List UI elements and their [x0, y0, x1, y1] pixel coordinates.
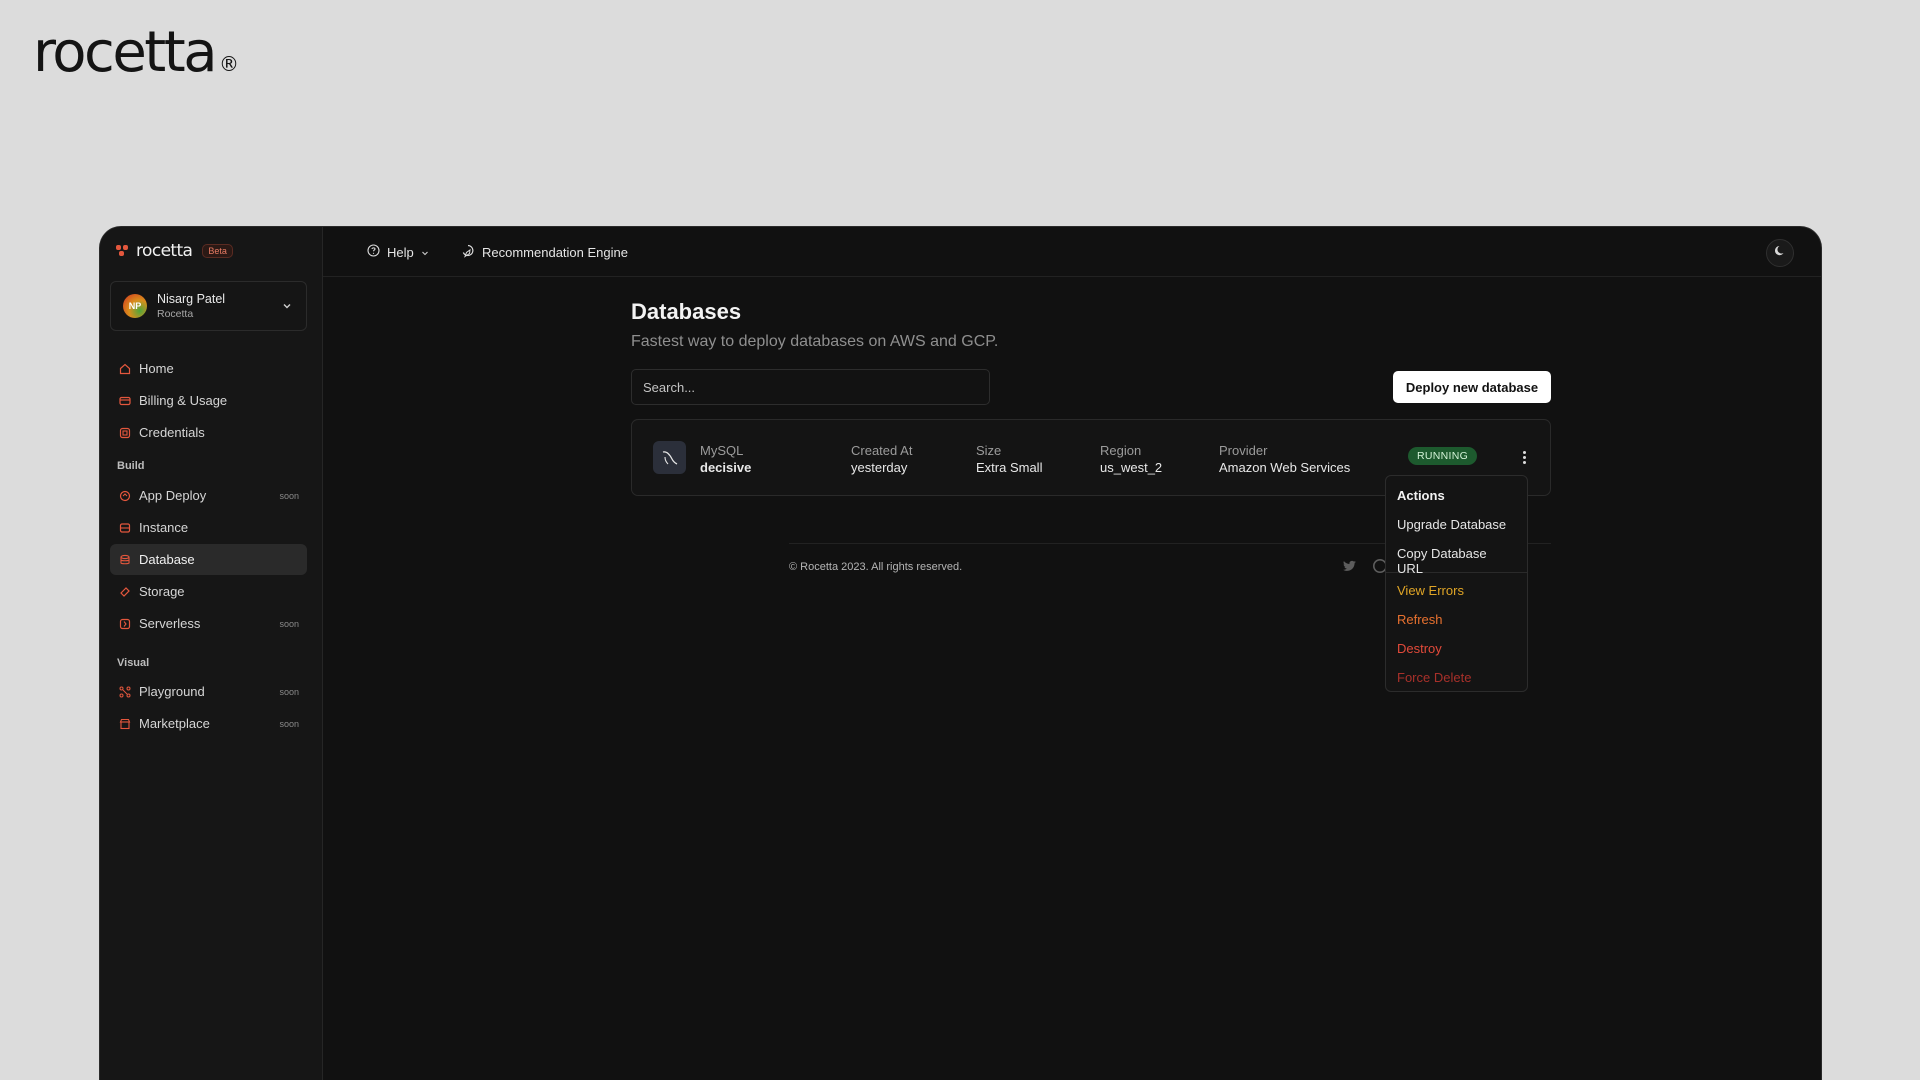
app-logo[interactable]: rocetta Beta	[116, 241, 233, 261]
sidebar-item-storage[interactable]: Storage	[110, 576, 307, 607]
brand-logo: rocetta ®	[33, 18, 239, 99]
status-badge: RUNNING	[1408, 447, 1478, 465]
footer-copyright: © Rocetta 2023. All rights reserved.	[789, 561, 963, 573]
sidebar-item-label: Instance	[139, 520, 189, 535]
storage-icon	[118, 585, 131, 598]
brand-logo-text: rocetta	[33, 20, 218, 85]
database-icon	[118, 553, 131, 566]
recommendation-label: Recommendation Engine	[482, 245, 628, 260]
force-delete-menu-item[interactable]: Force Delete	[1386, 664, 1527, 693]
billing-icon	[118, 394, 131, 407]
sidebar-item-playground[interactable]: Playground soon	[110, 676, 307, 707]
sidebar-item-marketplace[interactable]: Marketplace soon	[110, 708, 307, 739]
refresh-menu-item[interactable]: Refresh	[1386, 606, 1527, 635]
page-subtitle: Fastest way to deploy databases on AWS a…	[631, 333, 999, 350]
size-column: Size Extra Small	[976, 443, 1042, 476]
copy-database-url-menu-item[interactable]: Copy Database URL	[1386, 540, 1527, 576]
provider-value: Amazon Web Services	[1219, 460, 1351, 475]
sidebar-item-instance[interactable]: Instance	[110, 512, 307, 543]
recommendation-icon	[461, 244, 475, 261]
sidebar-item-label: Storage	[139, 584, 185, 599]
help-circle-icon	[367, 244, 380, 260]
sidebar-item-credentials[interactable]: Credentials	[110, 417, 307, 448]
app-deploy-icon	[118, 489, 131, 502]
sidebar: rocetta Beta NP Nisarg Patel Rocetta Hom…	[100, 227, 323, 1080]
soon-badge: soon	[279, 686, 299, 697]
upgrade-database-menu-item[interactable]: Upgrade Database	[1386, 511, 1527, 540]
sidebar-item-label: App Deploy	[139, 488, 207, 503]
provider-column: Provider Amazon Web Services	[1219, 443, 1350, 476]
created-at-value: yesterday	[851, 460, 908, 475]
view-errors-menu-item[interactable]: View Errors	[1386, 577, 1527, 606]
section-title-visual: Visual	[117, 657, 150, 669]
size-label: Size	[976, 443, 1002, 458]
sidebar-item-label: Playground	[139, 684, 205, 699]
playground-icon	[118, 685, 131, 698]
avatar: NP	[123, 294, 147, 318]
twitter-icon[interactable]	[1342, 558, 1358, 574]
theme-toggle-button[interactable]	[1766, 239, 1794, 267]
sidebar-item-label: Database	[139, 552, 195, 567]
main-content: Databases Fastest way to deploy database…	[631, 299, 1551, 573]
sidebar-item-billing[interactable]: Billing & Usage	[110, 385, 307, 416]
database-engine-column: MySQL decisive	[700, 443, 751, 476]
soon-badge: soon	[279, 490, 299, 501]
sidebar-item-label: Credentials	[139, 425, 205, 440]
actions-menu-title: Actions	[1397, 488, 1445, 503]
app-logo-text: rocetta	[136, 241, 193, 261]
created-at-column: Created At yesterday	[851, 443, 912, 476]
profile-org: Rocetta	[157, 307, 194, 320]
database-name: decisive	[700, 460, 752, 475]
soon-badge: soon	[279, 618, 299, 629]
size-value: Extra Small	[976, 460, 1043, 475]
soon-badge: soon	[279, 718, 299, 729]
beta-badge: Beta	[202, 244, 233, 258]
sidebar-item-app-deploy[interactable]: App Deploy soon	[110, 480, 307, 511]
sidebar-item-serverless[interactable]: Serverless soon	[110, 608, 307, 639]
provider-label: Provider	[1219, 443, 1268, 458]
moon-icon	[1774, 244, 1787, 262]
section-title-build: Build	[117, 460, 145, 472]
database-engine: MySQL	[700, 443, 744, 458]
marketplace-icon	[118, 717, 131, 730]
mysql-dolphin-icon	[653, 441, 686, 474]
destroy-menu-item[interactable]: Destroy	[1386, 635, 1527, 664]
sidebar-item-label: Marketplace	[139, 716, 210, 731]
help-label: Help	[387, 244, 414, 260]
sidebar-item-database[interactable]: Database	[110, 544, 307, 575]
region-label: Region	[1100, 443, 1142, 458]
page-title: Databases	[631, 299, 742, 324]
region-column: Region us_west_2	[1100, 443, 1162, 476]
home-icon	[118, 362, 131, 375]
credentials-icon	[118, 426, 131, 439]
sidebar-item-label: Serverless	[139, 616, 201, 631]
serverless-icon	[118, 617, 131, 630]
sidebar-item-label: Home	[139, 361, 174, 376]
recommendation-engine-link[interactable]: Recommendation Engine	[461, 244, 628, 261]
app-window: rocetta Beta NP Nisarg Patel Rocetta Hom…	[99, 226, 1822, 1080]
rocetta-logo-icon	[116, 245, 130, 257]
region-value: us_west_2	[1100, 460, 1163, 475]
sidebar-item-home[interactable]: Home	[110, 353, 307, 384]
deploy-new-database-button[interactable]: Deploy new database	[1393, 371, 1551, 403]
created-at-label: Created At	[851, 443, 913, 458]
top-bar: Help Recommendation Engine	[323, 227, 1821, 277]
chevron-down-icon	[421, 245, 429, 260]
registered-mark: ®	[219, 52, 240, 76]
instance-icon	[118, 521, 131, 534]
more-actions-kebab-icon[interactable]	[1516, 447, 1532, 467]
actions-dropdown-menu: Actions Upgrade Database Copy Database U…	[1385, 475, 1528, 692]
help-menu[interactable]: Help	[367, 244, 429, 260]
search-input[interactable]	[631, 369, 990, 405]
account-switcher[interactable]: NP Nisarg Patel Rocetta	[110, 281, 307, 331]
profile-name: Nisarg Patel	[157, 291, 226, 306]
chevron-down-icon	[280, 299, 294, 313]
sidebar-item-label: Billing & Usage	[139, 393, 228, 408]
